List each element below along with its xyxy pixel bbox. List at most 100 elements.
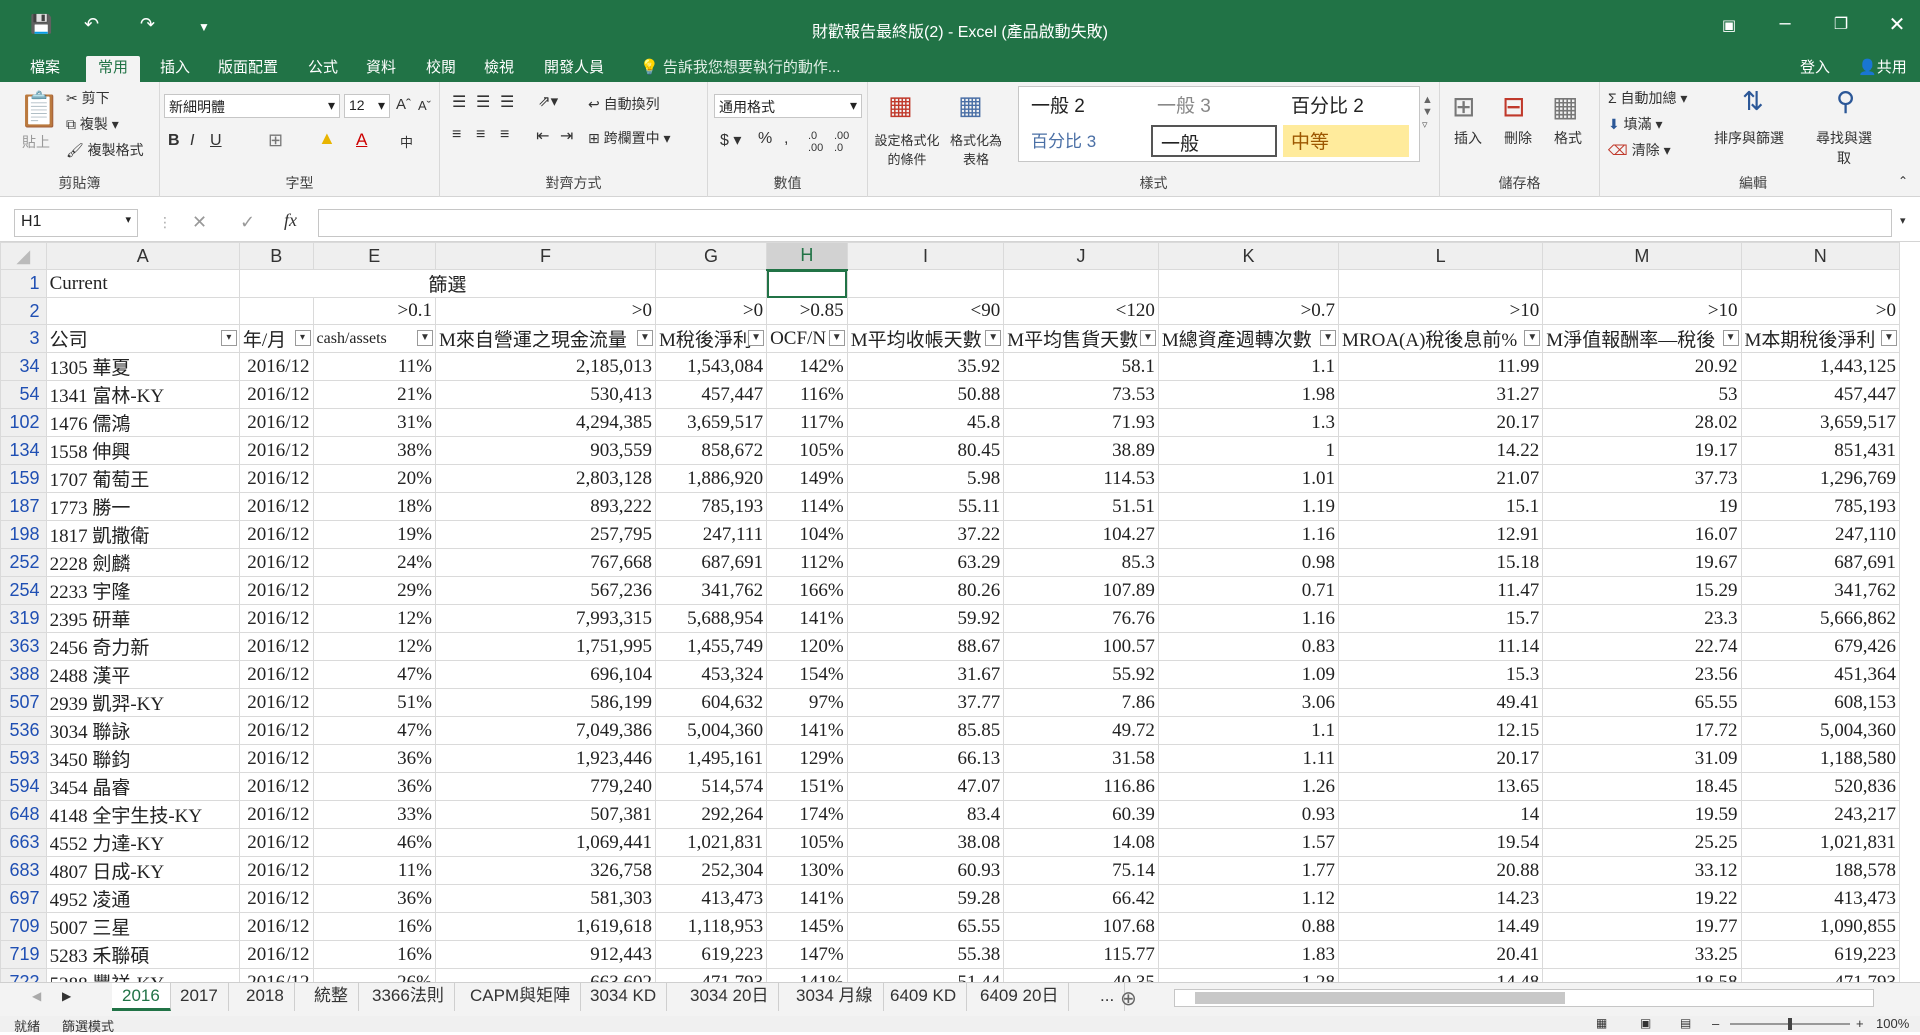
row-header[interactable]: 648 — [0, 800, 47, 829]
cell[interactable]: 19.17 — [1542, 436, 1742, 465]
cell[interactable]: 16% — [312, 940, 436, 969]
cell[interactable]: 2016/12 — [238, 856, 314, 885]
sheet-tab[interactable]: 3366法則 — [362, 983, 455, 1011]
clear-button[interactable]: ⌫ 清除 ▾ — [1608, 140, 1671, 160]
cell[interactable]: 1,118,953 — [654, 912, 768, 941]
cell[interactable]: 1.83 — [1157, 940, 1340, 969]
cell[interactable]: 19.59 — [1542, 800, 1742, 829]
cell[interactable]: 14.22 — [1338, 436, 1544, 465]
tab-home[interactable]: 常用 — [86, 56, 141, 82]
cell[interactable]: 166% — [766, 576, 848, 605]
cell[interactable]: 604,632 — [654, 688, 768, 717]
cell[interactable]: 97% — [766, 688, 848, 717]
style-neutral[interactable]: 中等 — [1283, 125, 1409, 157]
cell[interactable]: 1,443,125 — [1740, 352, 1900, 381]
cell[interactable]: 31.27 — [1338, 380, 1544, 409]
cell[interactable]: 130% — [766, 856, 848, 885]
cell[interactable]: 60.93 — [846, 856, 1005, 885]
tab-review[interactable]: 校閱 — [414, 56, 468, 82]
cell[interactable]: 1.19 — [1157, 492, 1340, 521]
prev-sheet-icon[interactable]: ◀ — [32, 989, 41, 1003]
cell[interactable]: 2016/12 — [238, 940, 314, 969]
cell[interactable]: 1,021,831 — [654, 828, 768, 857]
cell[interactable]: 457,447 — [1740, 380, 1900, 409]
cell[interactable]: 619,223 — [654, 940, 768, 969]
cell[interactable]: 11.14 — [1338, 632, 1544, 661]
cell[interactable]: 19.77 — [1542, 912, 1742, 941]
cell[interactable]: 2016/12 — [238, 716, 314, 745]
zoom-in-button[interactable]: + — [1856, 1016, 1864, 1031]
tab-data[interactable]: 資料 — [354, 56, 408, 82]
cell[interactable]: 66.42 — [1003, 884, 1159, 913]
header-cell[interactable]: cash/assets ▼ — [312, 324, 436, 353]
grow-font-icon[interactable]: Aˆ — [396, 96, 411, 113]
cell[interactable]: 83.4 — [846, 800, 1005, 829]
filter-active-icon[interactable]: ▼ — [636, 330, 653, 346]
cell[interactable]: >10 — [1542, 297, 1742, 325]
cell[interactable]: 687,691 — [654, 548, 768, 577]
normal-view-icon[interactable]: ▦ — [1596, 1016, 1607, 1030]
cell[interactable]: 154% — [766, 660, 848, 689]
cell[interactable]: 1707 葡萄王 — [45, 464, 240, 493]
cell[interactable]: 785,193 — [1740, 492, 1900, 521]
underline-button[interactable]: U — [210, 132, 222, 150]
cell[interactable]: 0.98 — [1157, 548, 1340, 577]
cell[interactable]: 38.89 — [1003, 436, 1159, 465]
cell[interactable]: 115.77 — [1003, 940, 1159, 969]
format-table-icon[interactable]: ▦ — [958, 90, 983, 121]
cell[interactable] — [1157, 269, 1340, 298]
next-sheet-icon[interactable]: ▶ — [62, 989, 71, 1003]
cell[interactable]: 11% — [312, 856, 436, 885]
cell[interactable]: 12% — [312, 632, 436, 661]
cell[interactable]: 3454 晶睿 — [45, 772, 240, 801]
filter-active-icon[interactable]: ▼ — [1881, 330, 1897, 346]
cell[interactable]: 88.67 — [846, 632, 1005, 661]
cell[interactable]: 7,049,386 — [434, 716, 656, 745]
cell[interactable]: 2016/12 — [238, 436, 314, 465]
cell[interactable]: 586,199 — [434, 688, 656, 717]
cell[interactable]: 5007 三星 — [45, 912, 240, 941]
cell[interactable]: 4807 日成-KY — [45, 856, 240, 885]
font-color-icon[interactable]: A — [356, 130, 367, 150]
cell[interactable]: 12.15 — [1338, 716, 1544, 745]
filter-active-icon[interactable]: ▼ — [828, 330, 845, 346]
sort-filter-label[interactable]: 排序與篩選 — [1714, 128, 1784, 148]
ribbon-display-icon[interactable]: ▣ — [1706, 16, 1752, 34]
gallery-scroll-icon[interactable]: ▲ ▼ ▿ — [1422, 94, 1433, 131]
cell[interactable]: 47% — [312, 716, 436, 745]
cell[interactable]: 31% — [312, 408, 436, 437]
column-header[interactable]: A — [45, 242, 240, 270]
cell[interactable]: 21.07 — [1338, 464, 1544, 493]
delete-cells-label[interactable]: 刪除 — [1504, 128, 1532, 148]
cell[interactable]: 33% — [312, 800, 436, 829]
zoom-slider[interactable] — [1730, 1018, 1850, 1030]
active-cell[interactable] — [766, 269, 848, 298]
cell[interactable]: 7.86 — [1003, 688, 1159, 717]
column-header[interactable]: F — [434, 242, 656, 270]
cell[interactable]: 20.88 — [1338, 856, 1544, 885]
filter-dropdown-icon[interactable]: ▾ — [220, 330, 237, 346]
header-cell[interactable]: M總資產週轉次數 ▼ — [1157, 324, 1340, 353]
cell[interactable]: 530,413 — [434, 380, 656, 409]
cell[interactable]: 20.17 — [1338, 744, 1544, 773]
cell[interactable]: 2016/12 — [238, 800, 314, 829]
cell[interactable]: 16% — [312, 912, 436, 941]
cell[interactable]: 1476 儒鴻 — [45, 408, 240, 437]
cell[interactable]: 2016/12 — [238, 828, 314, 857]
cell[interactable]: 679,426 — [1740, 632, 1900, 661]
cell[interactable]: 45.8 — [846, 408, 1005, 437]
cell[interactable]: 1,495,161 — [654, 744, 768, 773]
align-top-icon[interactable]: ☰ — [452, 92, 466, 112]
column-header[interactable]: K — [1157, 242, 1340, 270]
sheet-tab[interactable]: 3034 20日 — [680, 983, 780, 1011]
cell[interactable]: 55.38 — [846, 940, 1005, 969]
cell[interactable]: 19.54 — [1338, 828, 1544, 857]
cell[interactable]: 903,559 — [434, 436, 656, 465]
cell[interactable]: 147% — [766, 940, 848, 969]
align-right-icon[interactable]: ≡ — [500, 126, 509, 144]
cell[interactable]: 457,447 — [654, 380, 768, 409]
align-center-icon[interactable]: ≡ — [476, 126, 485, 144]
cell[interactable]: 15.1 — [1338, 492, 1544, 521]
format-cells-icon[interactable]: ▦ — [1552, 90, 1578, 123]
collapse-ribbon-icon[interactable]: ⌃ — [1898, 174, 1908, 188]
